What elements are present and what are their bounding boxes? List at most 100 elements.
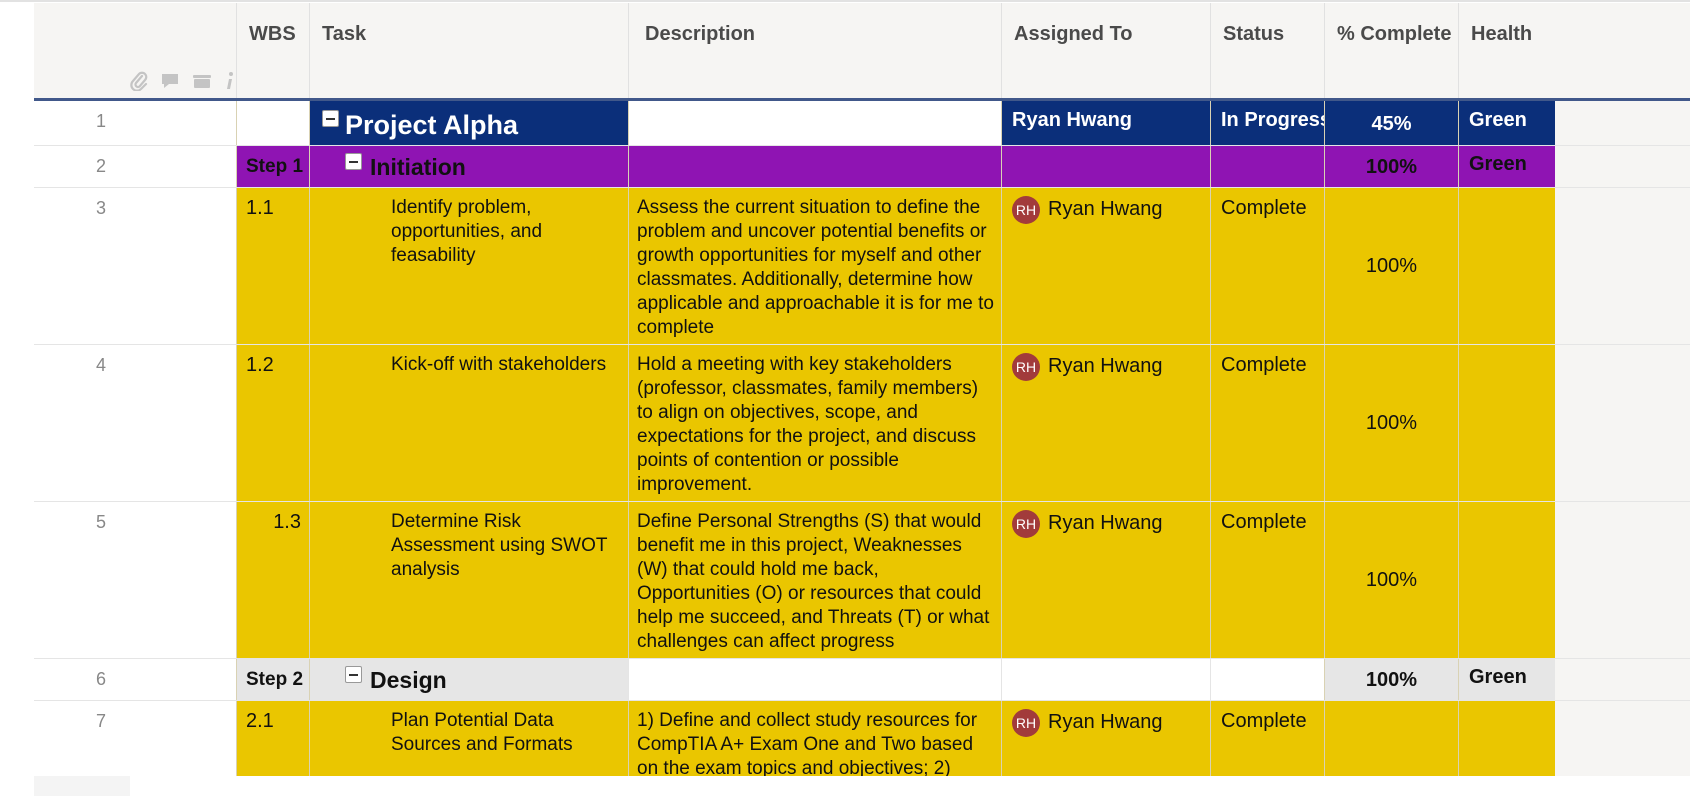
column-header-task[interactable]: Task	[309, 3, 628, 99]
column-header-wbs[interactable]: WBS	[236, 3, 309, 99]
cell-status[interactable]	[1210, 146, 1324, 187]
health-label: Green	[1469, 153, 1527, 175]
cell-assigned-to[interactable]: Ryan Hwang	[1001, 101, 1210, 145]
cell-description[interactable]: 1) Define and collect study resources fo…	[628, 701, 1001, 776]
row-number[interactable]: 6	[34, 659, 255, 700]
info-icon[interactable]	[224, 71, 236, 91]
cell-wbs[interactable]: Step 2	[236, 659, 309, 700]
cell-assigned-to[interactable]: RH Ryan Hwang	[1001, 188, 1210, 344]
cell-percent-complete[interactable]: 100%	[1324, 659, 1458, 700]
row-number-label: 6	[95, 669, 106, 689]
table-row[interactable]: 4 1.2 Kick-off with stakeholders Hold a …	[34, 345, 1690, 502]
cell-percent-complete[interactable]: 100%	[1324, 345, 1458, 501]
avatar[interactable]: RH	[1012, 709, 1040, 737]
assigned-to-label: Ryan Hwang	[1048, 512, 1163, 534]
collapse-toggle-icon[interactable]	[345, 153, 362, 170]
row-number[interactable]: 7	[34, 701, 255, 776]
cell-description[interactable]: Define Personal Strengths (S) that would…	[628, 502, 1001, 658]
status-label: In Progress	[1221, 109, 1324, 131]
cell-task[interactable]: Determine Risk Assessment using SWOT ana…	[309, 502, 628, 658]
cell-health[interactable]: Green	[1458, 146, 1555, 187]
cell-health[interactable]	[1458, 701, 1555, 776]
status-label: Complete	[1221, 354, 1307, 376]
task-label: Determine Risk Assessment using SWOT ana…	[391, 511, 608, 580]
cell-wbs[interactable]: Step 1	[236, 146, 309, 187]
cell-status[interactable]: Complete	[1210, 502, 1324, 658]
column-header-description[interactable]: Description	[628, 3, 1001, 99]
health-label: Green	[1469, 666, 1527, 688]
table-row[interactable]: 1 Project Alpha Ryan Hwang In Progress 4…	[34, 101, 1690, 146]
collapse-toggle-icon[interactable]	[322, 110, 339, 127]
cell-task[interactable]: Identify problem, opportunities, and fea…	[309, 188, 628, 344]
cell-task[interactable]: Design	[309, 659, 628, 700]
row-number[interactable]: 4	[34, 345, 255, 501]
cell-wbs[interactable]: 1.1	[236, 188, 309, 344]
row-number[interactable]: 5	[34, 502, 255, 658]
comment-icon[interactable]	[160, 72, 180, 90]
cell-status[interactable]: Complete	[1210, 188, 1324, 344]
cell-description[interactable]: Assess the current situation to define t…	[628, 188, 1001, 344]
cell-task[interactable]: Kick-off with stakeholders	[309, 345, 628, 501]
top-border	[0, 0, 1690, 2]
cell-wbs[interactable]: 1.2	[236, 345, 309, 501]
avatar[interactable]: RH	[1012, 196, 1040, 224]
cell-assigned-to[interactable]	[1001, 659, 1210, 700]
wbs-label: 1.3	[273, 511, 301, 533]
cell-percent-complete[interactable]	[1324, 701, 1458, 776]
cell-percent-complete[interactable]: 100%	[1324, 502, 1458, 658]
column-header-percent-complete[interactable]: % Complete	[1324, 3, 1458, 99]
cell-health[interactable]	[1458, 188, 1555, 344]
cell-description[interactable]	[628, 101, 1001, 145]
cell-percent-complete[interactable]: 100%	[1324, 188, 1458, 344]
table-row[interactable]: 3 1.1 Identify problem, opportunities, a…	[34, 188, 1690, 345]
wbs-label: Step 2	[246, 669, 304, 690]
cell-description[interactable]	[628, 146, 1001, 187]
cell-task[interactable]: Plan Potential Data Sources and Formats	[309, 701, 628, 776]
avatar[interactable]: RH	[1012, 510, 1040, 538]
row-number[interactable]: 3	[34, 188, 255, 344]
cell-task[interactable]: Project Alpha	[309, 101, 628, 145]
cell-assigned-to[interactable]: RH Ryan Hwang	[1001, 502, 1210, 658]
column-header-assigned-to[interactable]: Assigned To	[1001, 3, 1210, 99]
assigned-to-label: Ryan Hwang	[1048, 198, 1163, 220]
cell-wbs[interactable]: 1.3	[236, 502, 309, 658]
avatar[interactable]: RH	[1012, 353, 1040, 381]
attachment-icon[interactable]	[130, 71, 148, 91]
cell-health[interactable]: Green	[1458, 659, 1555, 700]
column-header-status[interactable]: Status	[1210, 3, 1324, 99]
cell-health[interactable]	[1458, 502, 1555, 658]
cell-percent-complete[interactable]: 100%	[1324, 146, 1458, 187]
cell-percent-complete[interactable]: 45%	[1324, 101, 1458, 145]
cell-task[interactable]: Initiation	[309, 146, 628, 187]
percent-complete-label: 100%	[1365, 255, 1418, 277]
column-header-row: WBS Task Description Assigned To Status …	[34, 3, 1690, 99]
table-row[interactable]: 6 Step 2 Design 100% Green	[34, 659, 1690, 701]
wbs-label: 1.2	[246, 354, 274, 376]
row-indicator-icons	[130, 69, 236, 93]
row-number[interactable]: 2	[34, 146, 255, 187]
table-row[interactable]: 5 1.3 Determine Risk Assessment using SW…	[34, 502, 1690, 659]
cell-health[interactable]	[1458, 345, 1555, 501]
cell-health[interactable]: Green	[1458, 101, 1555, 145]
cell-assigned-to[interactable]: RH Ryan Hwang	[1001, 345, 1210, 501]
proofing-icon[interactable]	[192, 73, 212, 89]
cell-wbs[interactable]: 2.1	[236, 701, 309, 776]
cell-status[interactable]: Complete	[1210, 701, 1324, 776]
cell-wbs[interactable]	[236, 101, 309, 145]
table-row[interactable]: 2 Step 1 Initiation 100% Green	[34, 146, 1690, 188]
status-label: Complete	[1221, 511, 1307, 533]
cell-assigned-to[interactable]: RH Ryan Hwang	[1001, 701, 1210, 776]
column-header-health[interactable]: Health	[1458, 3, 1555, 99]
row-number-label: 4	[95, 355, 106, 375]
table-row[interactable]: 7 2.1 Plan Potential Data Sources and Fo…	[34, 701, 1690, 776]
collapse-toggle-icon[interactable]	[345, 666, 362, 683]
cell-assigned-to[interactable]	[1001, 146, 1210, 187]
row-number-label: 2	[95, 156, 106, 176]
row-number[interactable]: 1	[34, 101, 255, 145]
cell-status[interactable]: Complete	[1210, 345, 1324, 501]
cell-description[interactable]	[628, 659, 1001, 700]
cell-status[interactable]: In Progress	[1210, 101, 1324, 145]
grid-corner	[34, 776, 130, 796]
cell-status[interactable]	[1210, 659, 1324, 700]
cell-description[interactable]: Hold a meeting with key stakeholders (pr…	[628, 345, 1001, 501]
